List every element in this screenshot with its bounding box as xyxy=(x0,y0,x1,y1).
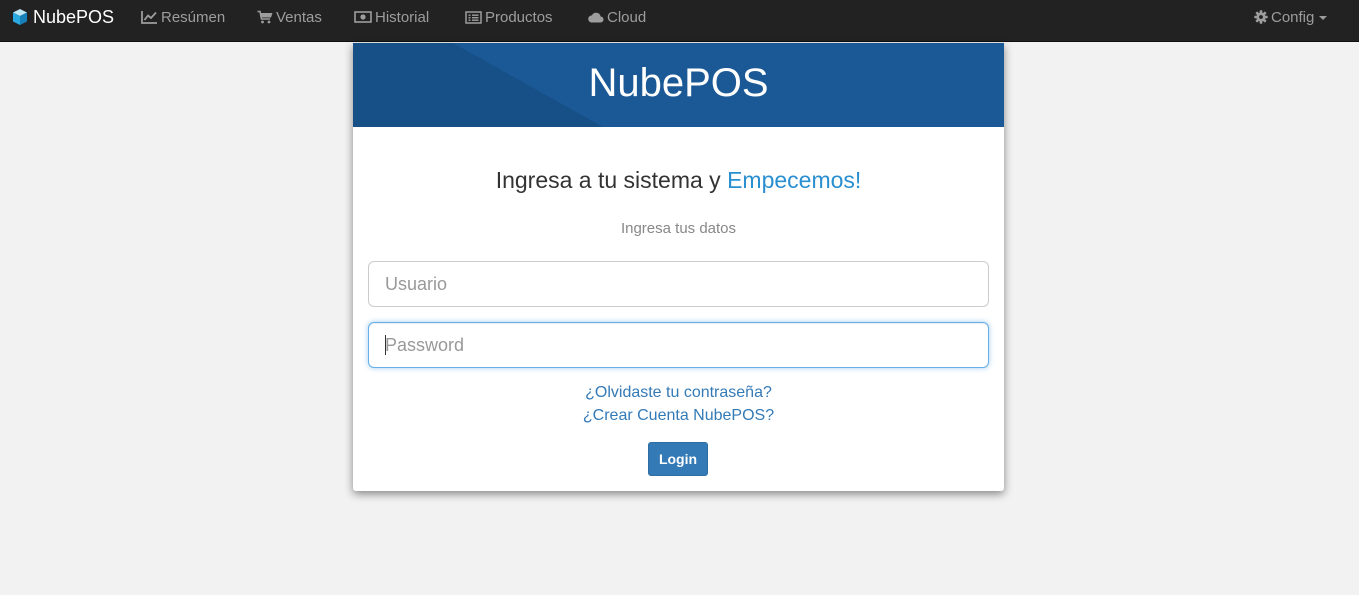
login-button[interactable]: Login xyxy=(648,442,708,476)
nav-item-label: Ventas xyxy=(276,8,322,26)
brand-label: NubePOS xyxy=(33,6,115,27)
text-cursor xyxy=(385,335,386,355)
nav-item-label: Productos xyxy=(485,8,553,26)
login-panel: NubePOS Ingresa a tu sistema y Empecemos… xyxy=(353,43,1004,491)
gear-icon xyxy=(1254,10,1268,24)
nav-item-historial[interactable]: Historial xyxy=(354,0,429,34)
line-chart-icon xyxy=(141,10,158,24)
config-dropdown[interactable]: Config xyxy=(1254,0,1328,34)
username-input[interactable] xyxy=(368,261,989,307)
list-alt-icon xyxy=(465,10,482,24)
create-account-link[interactable]: ¿Crear Cuenta NubePOS? xyxy=(353,407,1004,425)
nav-item-label: Cloud xyxy=(607,8,647,26)
password-input[interactable] xyxy=(368,322,989,368)
nav-item-ventas[interactable]: Ventas xyxy=(257,0,322,34)
shopping-cart-icon xyxy=(257,10,273,24)
nav-item-cloud[interactable]: Cloud xyxy=(587,0,646,34)
headline-text: Ingresa a tu sistema y xyxy=(495,167,728,193)
login-subtitle: Ingresa tus datos xyxy=(620,220,737,237)
login-panel-header: NubePOS xyxy=(353,43,1004,127)
login-panel-title: NubePOS xyxy=(588,61,769,105)
cloud-icon xyxy=(587,11,604,23)
brand-link[interactable]: NubePOS xyxy=(12,0,114,34)
config-label: Config xyxy=(1271,8,1315,26)
caret-down-icon xyxy=(1319,16,1328,20)
cube-logo-icon xyxy=(12,8,28,26)
nav-item-label: Resúmen xyxy=(161,8,226,26)
top-navbar: NubePOS Resúmen Ventas Historial Product… xyxy=(0,0,1359,42)
nav-item-label: Historial xyxy=(375,8,430,26)
money-icon xyxy=(354,11,372,23)
headline-accent: Empecemos! xyxy=(727,167,862,193)
login-headline: Ingresa a tu sistema y Empecemos! xyxy=(353,167,1004,194)
nav-item-resumen[interactable]: Resúmen xyxy=(141,0,225,34)
forgot-password-link[interactable]: ¿Olvidaste tu contraseña? xyxy=(353,384,1004,402)
nav-item-productos[interactable]: Productos xyxy=(465,0,553,34)
